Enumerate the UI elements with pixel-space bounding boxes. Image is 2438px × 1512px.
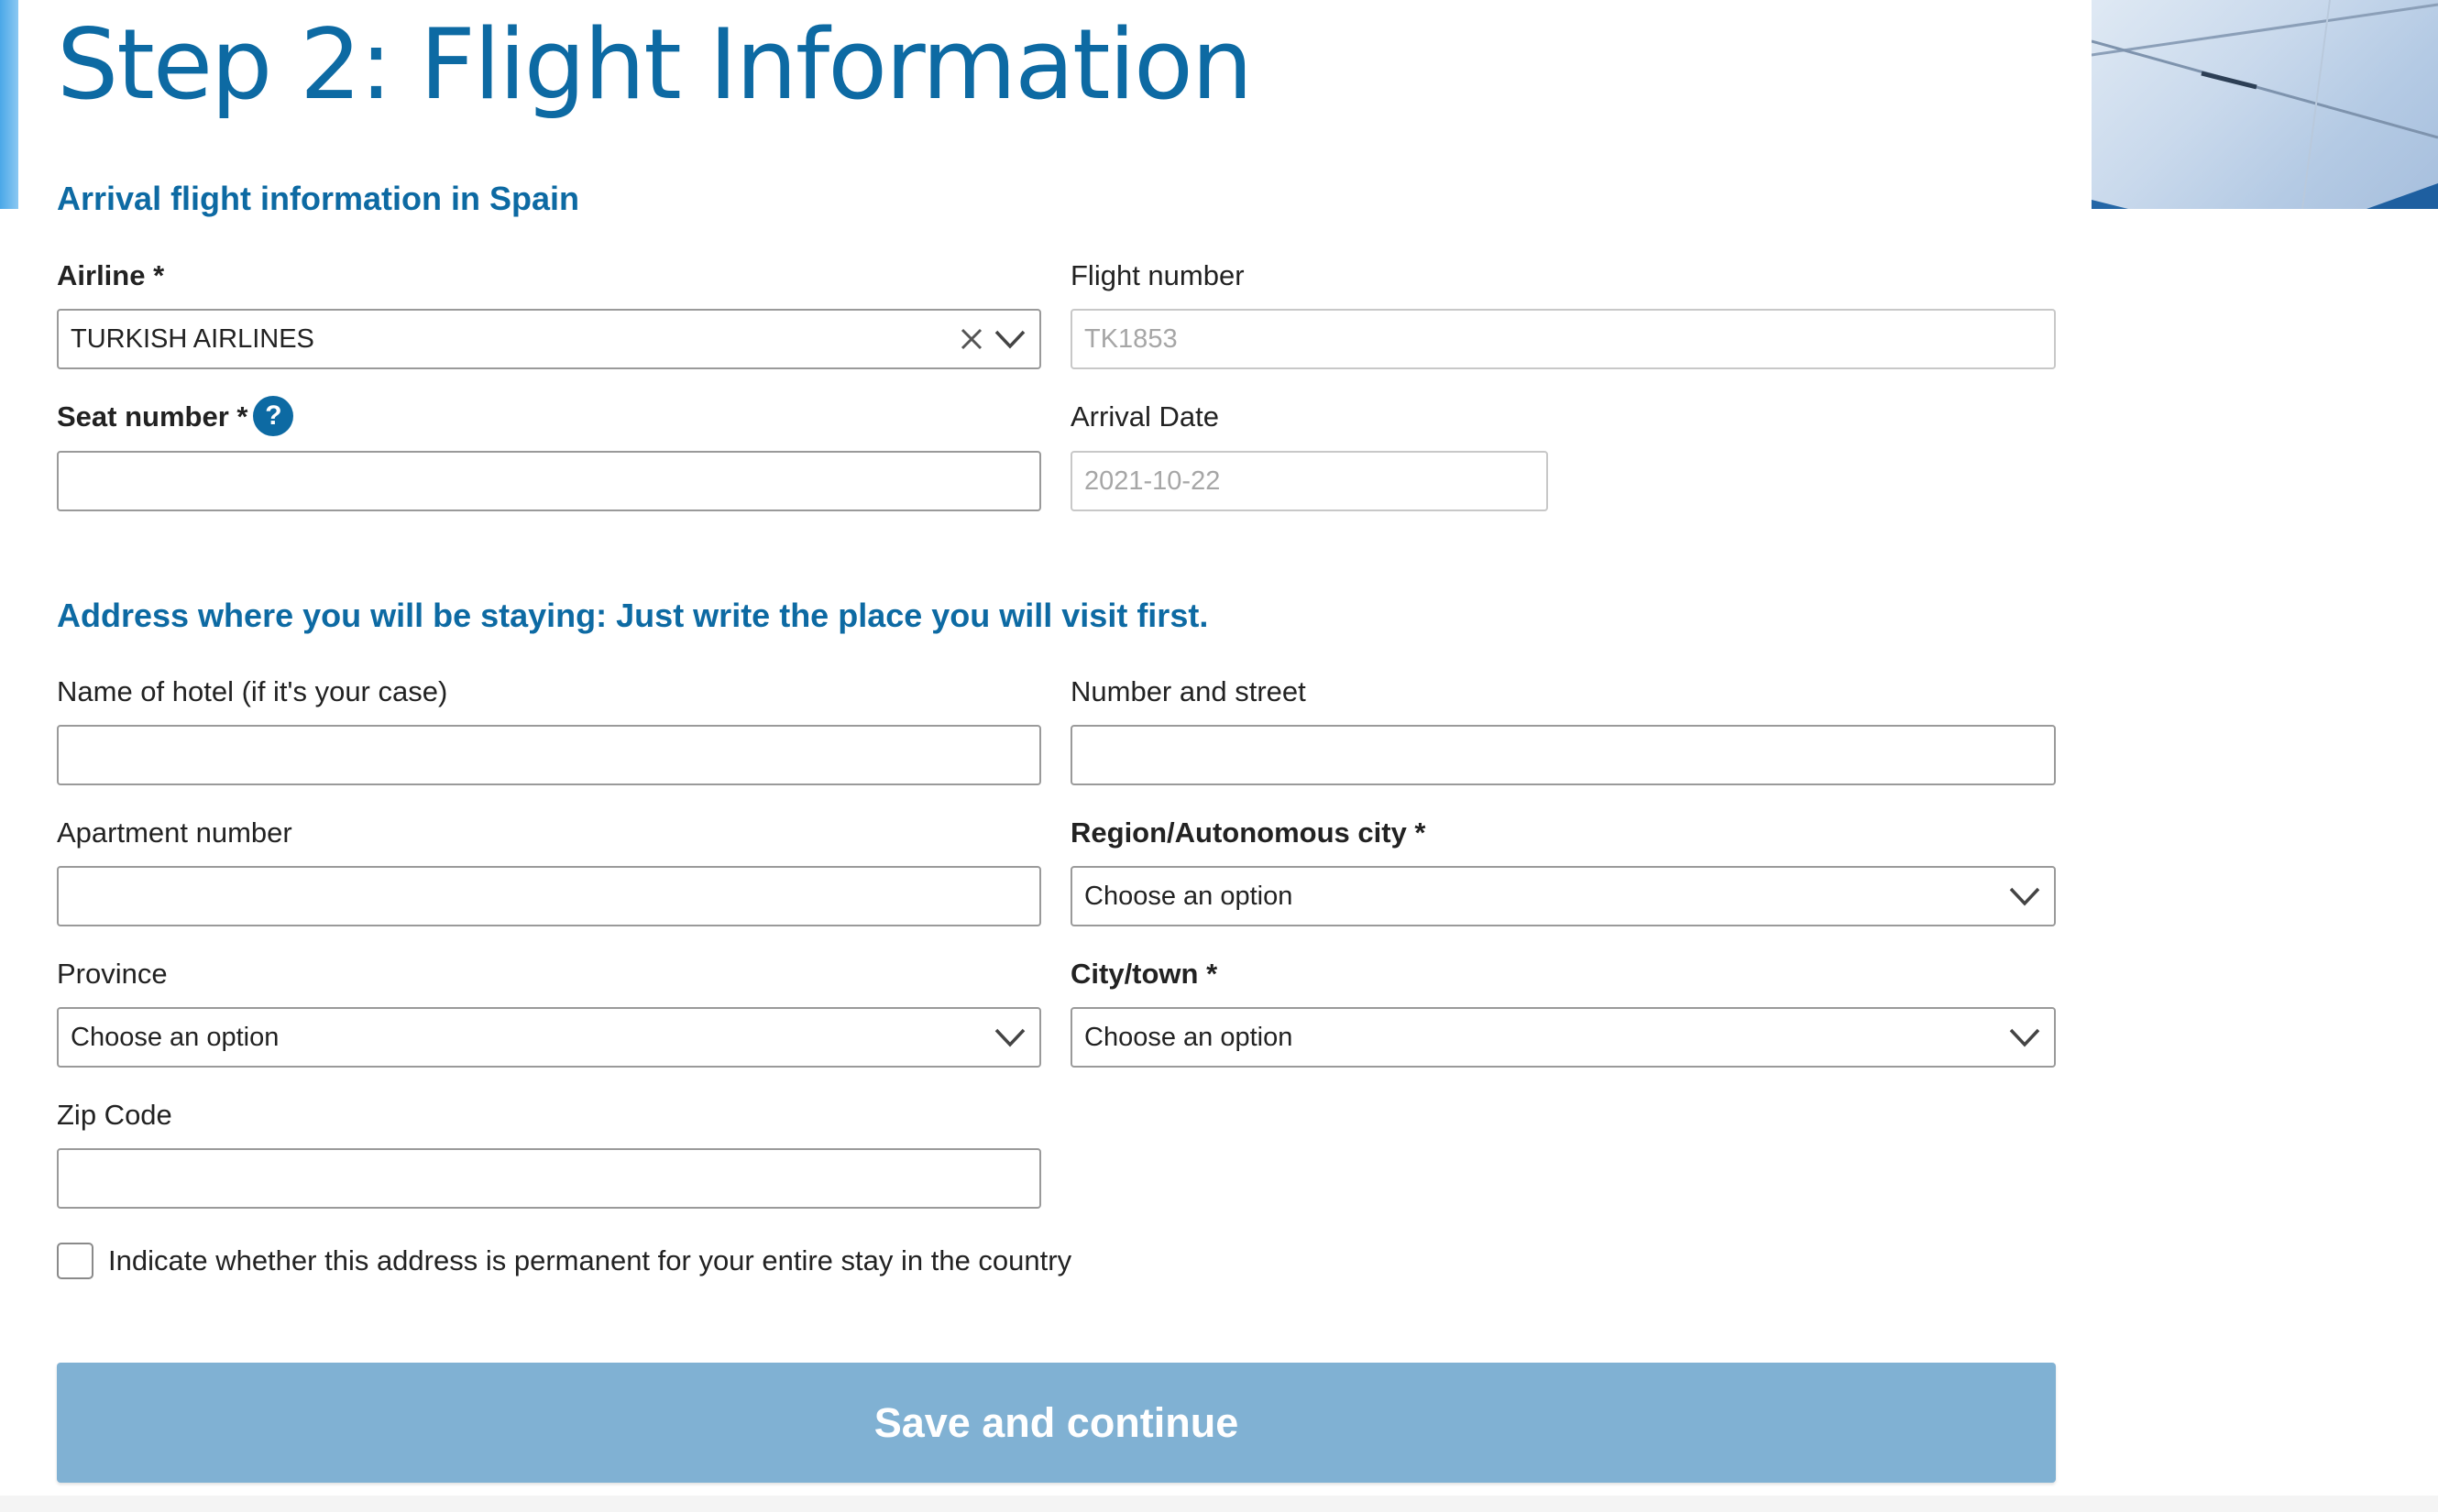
city-select[interactable]: Choose an option	[1071, 1007, 2056, 1068]
address-section-heading: Address where you will be staying: Just …	[57, 597, 1209, 634]
arrival-date-input[interactable]: 2021-10-22	[1071, 451, 1548, 511]
flight-number-input[interactable]: TK1853	[1071, 309, 2056, 369]
header-photo	[2092, 0, 2438, 209]
apartment-label: Apartment number	[57, 816, 292, 849]
arrival-date-label: Arrival Date	[1071, 400, 1219, 433]
city-select-value: Choose an option	[1084, 1023, 1293, 1052]
street-label: Number and street	[1071, 675, 1306, 707]
left-decorative-strip	[0, 0, 18, 209]
seat-number-label: Seat number *?	[57, 396, 294, 439]
region-label: Region/Autonomous city *	[1071, 816, 1426, 849]
chevron-down-icon	[2009, 1028, 2040, 1047]
hotel-name-input[interactable]	[57, 725, 1041, 785]
flight-number-value: TK1853	[1084, 324, 1178, 354]
chevron-down-icon	[994, 1028, 1026, 1047]
flight-section-heading: Arrival flight information in Spain	[57, 180, 580, 217]
street-input[interactable]	[1071, 725, 2056, 785]
chevron-down-icon	[2009, 887, 2040, 906]
page: Step 2: Flight Information Arrival fligh…	[0, 0, 2438, 1512]
arrival-date-value: 2021-10-22	[1084, 466, 1221, 496]
save-and-continue-button[interactable]: Save and continue	[57, 1363, 2056, 1483]
zip-input[interactable]	[57, 1148, 1041, 1209]
airline-select-value: TURKISH AIRLINES	[71, 324, 314, 354]
seat-number-input[interactable]	[57, 451, 1041, 511]
airline-label: Airline *	[57, 259, 165, 291]
close-icon[interactable]	[959, 326, 984, 352]
zip-label: Zip Code	[57, 1099, 172, 1131]
province-select[interactable]: Choose an option	[57, 1007, 1041, 1068]
hotel-name-label: Name of hotel (if it's your case)	[57, 675, 448, 707]
region-select[interactable]: Choose an option	[1071, 866, 2056, 926]
city-label: City/town *	[1071, 958, 1218, 990]
province-label: Province	[57, 958, 168, 990]
permanent-address-checkbox[interactable]	[57, 1243, 93, 1279]
help-icon[interactable]: ?	[253, 396, 294, 436]
page-footer-strip	[0, 1496, 2438, 1512]
flight-number-label: Flight number	[1071, 259, 1245, 291]
page-title: Step 2: Flight Information	[57, 8, 1253, 121]
apartment-input[interactable]	[57, 866, 1041, 926]
seat-number-label-text: Seat number *	[57, 400, 248, 433]
province-select-value: Choose an option	[71, 1023, 280, 1052]
airline-select[interactable]: TURKISH AIRLINES	[57, 309, 1041, 369]
region-select-value: Choose an option	[1084, 882, 1293, 911]
permanent-address-label[interactable]: Indicate whether this address is permane…	[108, 1243, 1071, 1279]
chevron-down-icon	[994, 330, 1026, 349]
